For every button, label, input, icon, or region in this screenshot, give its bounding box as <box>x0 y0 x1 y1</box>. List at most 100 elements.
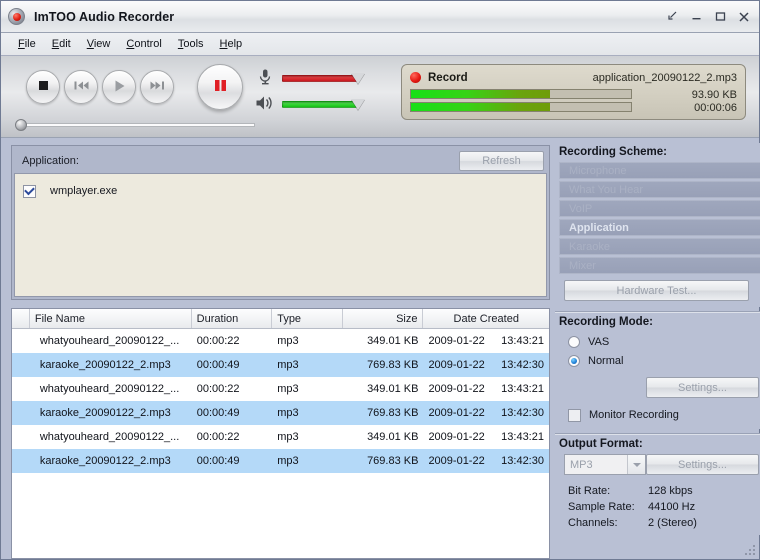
list-item[interactable]: wmplayer.exe <box>23 182 546 200</box>
cell-date-created: 2009-01-22 13:43:21 <box>423 383 549 395</box>
menu-file-rest: ile <box>24 38 36 50</box>
record-stats: 93.90 KB 00:00:06 <box>692 89 737 115</box>
title-bar: ImTOO Audio Recorder <box>1 1 759 33</box>
scheme-item-mixer[interactable]: Mixer <box>559 257 760 274</box>
menu-view[interactable]: View <box>79 36 119 52</box>
spec-key: Bit Rate: <box>568 485 611 497</box>
record-status-body: 93.90 KB 00:00:06 <box>410 89 737 115</box>
close-button[interactable] <box>733 7 755 27</box>
recording-mode-option-normal[interactable]: Normal <box>559 351 760 370</box>
stop-button[interactable] <box>26 70 60 104</box>
cell-size: 349.01 KB <box>367 383 419 395</box>
menu-control[interactable]: Control <box>118 36 169 52</box>
output-format-settings-button[interactable]: Settings... <box>646 454 759 475</box>
cell-file-name: karaoke_20090122_2.mp3 <box>39 407 171 419</box>
play-button[interactable] <box>102 70 136 104</box>
output-format-select[interactable]: MP3 <box>564 454 646 475</box>
table-row[interactable]: karaoke_20090122_2.mp3 00:00:49 mp3 769.83 … <box>12 449 549 473</box>
cell-date-created: 2009-01-22 13:43:21 <box>423 335 549 347</box>
seek-slider[interactable] <box>15 119 255 131</box>
menu-bar: File Edit View Control Tools Help <box>1 33 759 56</box>
record-elapsed: 00:00:06 <box>694 102 737 114</box>
record-state-label: Record <box>428 71 468 84</box>
recording-mode-option-vas[interactable]: VAS <box>559 332 760 351</box>
menu-help-rest: elp <box>227 38 243 50</box>
cell-type: mp3 <box>277 335 299 347</box>
table-row[interactable]: karaoke_20090122_2.mp3 00:00:49 mp3 769.83 … <box>12 401 549 425</box>
menu-help[interactable]: Help <box>212 36 251 52</box>
refresh-button[interactable]: Refresh <box>459 150 544 171</box>
pause-icon <box>212 77 229 97</box>
vas-radio[interactable] <box>568 335 580 348</box>
monitor-recording-checkbox[interactable] <box>568 408 581 422</box>
table-row[interactable]: whatyouheard_20090122_... 00:00:22 mp3 349.… <box>12 377 549 401</box>
scheme-item-karaoke[interactable]: Karaoke <box>559 238 760 255</box>
column-header-size[interactable]: Size <box>343 309 424 328</box>
recording-mode-title: Recording Mode: <box>559 316 653 328</box>
menu-file[interactable]: File <box>10 36 44 52</box>
cell-duration: 00:00:22 <box>196 335 240 347</box>
monitor-recording-row[interactable]: Monitor Recording <box>559 405 760 425</box>
column-header-file-name[interactable]: File Name <box>30 309 192 328</box>
cell-date: 2009-01-22 <box>428 431 485 443</box>
speaker-volume-slider[interactable] <box>282 99 365 110</box>
menu-edit[interactable]: Edit <box>44 36 79 52</box>
cell-date-created: 2009-01-22 13:42:30 <box>423 359 549 371</box>
recording-mode-settings-button[interactable]: Settings... <box>646 377 759 398</box>
cell-size: 349.01 KB <box>367 335 419 347</box>
cell-file-name: karaoke_20090122_2.mp3 <box>39 455 171 467</box>
table-row[interactable]: whatyouheard_20090122_... 00:00:22 mp3 349.… <box>12 329 549 353</box>
scheme-item-what-you-hear[interactable]: What You Hear <box>559 181 760 198</box>
maximize-button[interactable] <box>709 7 731 27</box>
speaker-slider-thumb[interactable] <box>351 99 365 110</box>
cell-file-name: whatyouheard_20090122_... <box>39 383 180 395</box>
record-status-panel: Record application_20090122_2.mp3 93.90 … <box>401 64 746 120</box>
scheme-item-application[interactable]: Application <box>559 219 760 236</box>
menu-tools-rest: ools <box>183 38 204 50</box>
cell-duration: 00:00:49 <box>196 407 240 419</box>
scheme-item-voip[interactable]: VoIP <box>559 200 760 217</box>
normal-radio[interactable] <box>568 354 580 367</box>
app-record-icon <box>8 8 25 25</box>
cell-duration: 00:00:22 <box>196 431 240 443</box>
level-meter-left <box>410 89 632 99</box>
column-header-duration[interactable]: Duration <box>192 309 273 328</box>
cell-time: 13:42:30 <box>501 407 544 419</box>
window-title: ImTOO Audio Recorder <box>34 9 175 24</box>
scheme-item-microphone[interactable]: Microphone <box>559 162 760 179</box>
application-checkbox[interactable] <box>23 184 36 198</box>
table-row[interactable]: whatyouheard_20090122_... 00:00:22 mp3 349.… <box>12 425 549 449</box>
table-row[interactable]: karaoke_20090122_2.mp3 00:00:49 mp3 769.83 … <box>12 353 549 377</box>
cell-size: 769.83 KB <box>367 359 419 371</box>
column-header-type[interactable]: Type <box>272 309 343 328</box>
column-header-date-created[interactable]: Date Created <box>423 309 549 328</box>
pause-button[interactable] <box>197 64 243 110</box>
left-column: Application: Refresh wmplayer.exe File N… <box>1 138 550 559</box>
chevron-down-icon[interactable] <box>627 455 645 474</box>
record-size: 93.90 KB <box>691 89 737 101</box>
menu-tools[interactable]: Tools <box>170 36 212 52</box>
cell-type: mp3 <box>277 359 299 371</box>
previous-button[interactable] <box>64 70 98 104</box>
seek-track <box>23 123 255 127</box>
seek-knob[interactable] <box>15 119 27 131</box>
output-format-specs: Bit Rate: 128 kbps Sample Rate: 44100 Hz Cha… <box>568 483 760 531</box>
minimize-to-tray-button[interactable] <box>661 7 683 27</box>
output-format-value: MP3 <box>570 458 593 471</box>
cell-date: 2009-01-22 <box>428 359 485 371</box>
output-format-title: Output Format: <box>559 438 643 450</box>
vas-label: VAS <box>588 335 610 348</box>
application-list[interactable]: wmplayer.exe <box>14 173 547 297</box>
cell-size: 349.01 KB <box>367 431 419 443</box>
microphone-icon <box>257 68 273 88</box>
cell-date-created: 2009-01-22 13:42:30 <box>423 455 549 467</box>
microphone-volume-slider[interactable] <box>282 72 365 84</box>
hardware-test-button[interactable]: Hardware Test... <box>564 280 749 301</box>
play-icon <box>112 79 127 96</box>
cell-size: 769.83 KB <box>367 455 419 467</box>
right-column: Recording Scheme: Microphone What You Hea… <box>550 138 760 559</box>
microphone-slider-thumb[interactable] <box>351 72 365 84</box>
minimize-button[interactable] <box>685 7 707 27</box>
next-button[interactable] <box>140 70 174 104</box>
resize-grip[interactable] <box>743 543 755 555</box>
